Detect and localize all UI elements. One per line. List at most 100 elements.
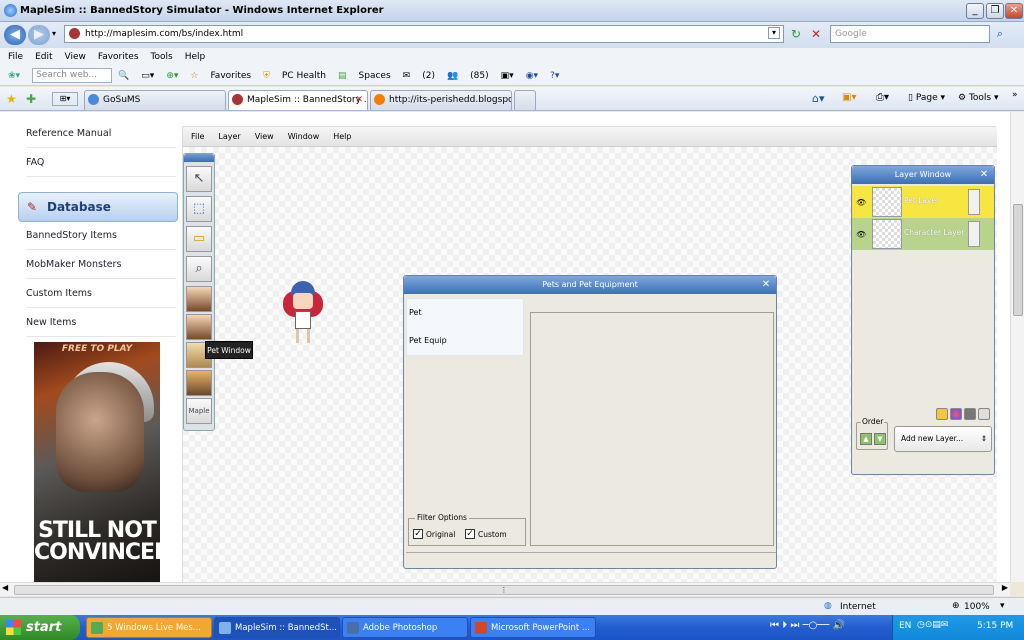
maple-chat-icon[interactable]: Maple	[186, 398, 212, 424]
pet-dialog-close-icon[interactable]: ✕	[760, 279, 772, 291]
character-sprite[interactable]	[279, 281, 327, 345]
close-tab-icon[interactable]: ✕	[355, 91, 363, 109]
language-indicator[interactable]: EN	[899, 621, 911, 631]
feeds-icon[interactable]: ▣▾	[501, 66, 514, 86]
security-zone[interactable]: Internet	[840, 602, 876, 612]
highlight-icon[interactable]: ▭▾	[141, 66, 154, 86]
order-up-icon[interactable]: ▲	[860, 433, 872, 445]
eye-icon[interactable]: 👁	[856, 198, 866, 207]
list-item-pet[interactable]: Pet	[407, 299, 523, 327]
page-menu[interactable]: ▯ Page ▾	[908, 93, 945, 103]
app-menu-layer[interactable]: Layer	[218, 127, 240, 147]
layer-window-close-icon[interactable]: ✕	[978, 169, 990, 181]
layer-delete-icon[interactable]	[978, 408, 990, 420]
sidebar-link-new-items[interactable]: New Items	[26, 309, 176, 337]
task-adobe-photoshop[interactable]: Adobe Photoshop	[342, 617, 468, 638]
scroll-left-icon[interactable]: ◀	[2, 583, 8, 592]
url-dropdown-icon[interactable]: ▾	[768, 27, 780, 39]
stop-icon[interactable]: ✕	[808, 26, 824, 42]
horizontal-scrollbar[interactable]: ◀ ⋮ ▶	[0, 582, 1010, 596]
menu-edit[interactable]: Edit	[35, 48, 52, 66]
tab-maplesim[interactable]: MapleSim :: BannedStory ... ✕	[228, 90, 368, 110]
forward-button[interactable]: ▶	[28, 25, 50, 45]
history-dropdown-icon[interactable]: ▾	[52, 29, 56, 38]
app-menu-file[interactable]: File	[191, 127, 204, 147]
messenger-icon[interactable]: ◉▾	[526, 66, 538, 86]
layer-color-icon[interactable]	[950, 408, 962, 420]
vertical-scrollbar[interactable]	[1010, 112, 1024, 582]
tools-menu[interactable]: ⚙ Tools ▾	[958, 93, 999, 103]
layer-effect-icon[interactable]	[936, 408, 948, 420]
layer-image-icon[interactable]	[964, 408, 976, 420]
add-icon[interactable]: ⊕▾	[166, 66, 178, 86]
add-favorites-icon[interactable]: ✚	[26, 92, 36, 106]
task-powerpoint[interactable]: Microsoft PowerPoint ...	[470, 617, 596, 638]
menu-help[interactable]: Help	[185, 48, 206, 66]
toolbar-search-input[interactable]: Search web...	[32, 68, 113, 83]
volume-slider[interactable]: ─○──	[803, 620, 830, 631]
order-down-icon[interactable]: ▼	[874, 433, 886, 445]
transform-tool-icon[interactable]: ⬚	[186, 196, 212, 222]
filter-custom-checkbox[interactable]: ✓ Custom	[465, 529, 507, 539]
sidebar-link-faq[interactable]: FAQ	[26, 149, 176, 177]
sidebar-link-bannedstory-items[interactable]: BannedStory Items	[26, 222, 176, 250]
chevron-more-icon[interactable]: »	[1012, 90, 1018, 100]
sidebar-link-mobmaker-monsters[interactable]: MobMaker Monsters	[26, 251, 176, 279]
minimize-button[interactable]: _	[966, 3, 984, 19]
character-window-icon[interactable]	[186, 286, 212, 312]
media-next-icon[interactable]: ⏭	[790, 620, 799, 631]
tray-icons[interactable]: ◷⊙▤✉	[917, 620, 948, 630]
toolbar-people-count[interactable]: (85)	[470, 66, 488, 86]
home-icon[interactable]: ⌂▾	[812, 92, 825, 105]
pet-preview-panel[interactable]	[530, 312, 774, 546]
sidebar-link-custom-items[interactable]: Custom Items	[26, 280, 176, 308]
layer-window-header[interactable]: Layer Window ✕	[852, 166, 994, 184]
menu-file[interactable]: File	[8, 48, 23, 66]
search-input[interactable]: Google	[830, 25, 990, 43]
task-maplesim[interactable]: MapleSim :: BannedSt...	[214, 617, 340, 638]
pet-dialog-header[interactable]: Pets and Pet Equipment ✕	[404, 276, 776, 294]
close-window-button[interactable]: ✕	[1005, 3, 1023, 19]
menu-view[interactable]: View	[65, 48, 86, 66]
toolbar-spaces[interactable]: Spaces	[359, 66, 391, 86]
tab-gosums[interactable]: GoSuMS	[84, 90, 226, 110]
toolbar-mail-count[interactable]: (2)	[422, 66, 435, 86]
task-windows-live-messenger[interactable]: 5 Windows Live Mes...	[86, 617, 212, 638]
sidebar-link-reference-manual[interactable]: Reference Manual	[26, 120, 176, 148]
app-menu-view[interactable]: View	[255, 127, 274, 147]
favorites-center-icon[interactable]: ★	[6, 92, 17, 106]
feeds-command-icon[interactable]: ▣▾	[842, 92, 856, 103]
media-play-icon[interactable]: ⏵	[782, 620, 787, 631]
zoom-tool-icon[interactable]: ⌕	[186, 256, 212, 282]
stage-canvas[interactable]: ↖ ⬚ ▭ ⌕ Maple Pet Window Pets and Pet Eq…	[183, 147, 997, 582]
live-logo-icon[interactable]: ❀▾	[8, 66, 20, 86]
vertical-scroll-thumb[interactable]	[1013, 204, 1023, 316]
advertisement-banner[interactable]: FREE TO PLAY STILL NOT CONVINCED?	[34, 342, 160, 582]
toolbar-pc-health[interactable]: PC Health	[282, 66, 326, 86]
add-new-layer-select[interactable]: Add new Layer... ⇕	[894, 426, 992, 452]
clock[interactable]: 5:15 PM	[977, 621, 1013, 631]
eye-icon[interactable]: 👁	[856, 230, 866, 239]
toolbar-favorites[interactable]: Favorites	[210, 66, 251, 86]
tab-blogspot[interactable]: http://its-perishedd.blogspot...	[370, 90, 512, 110]
menu-favorites[interactable]: Favorites	[98, 48, 139, 66]
search-icon[interactable]: ⌕	[992, 26, 1008, 42]
volume-icon[interactable]: 🔊	[833, 620, 845, 631]
maximize-button[interactable]: ❐	[986, 3, 1004, 19]
database-button[interactable]: ✎ Database	[18, 192, 178, 222]
note-tool-icon[interactable]: ▭	[186, 226, 212, 252]
menu-tools[interactable]: Tools	[151, 48, 173, 66]
start-button[interactable]: start	[0, 615, 80, 640]
layer-row-pet[interactable]: 👁 Pet Layer	[852, 186, 994, 218]
quick-tabs-icon[interactable]: ⊞▾	[52, 92, 78, 106]
zoom-level[interactable]: 100%	[964, 602, 990, 612]
media-controls[interactable]: ⏮ ⏵ ⏭ ─○── 🔊	[770, 620, 888, 635]
tool-palette-header[interactable]	[184, 154, 214, 162]
help-icon[interactable]: ?▾	[550, 66, 559, 86]
refresh-icon[interactable]: ↻	[788, 26, 804, 42]
filter-original-checkbox[interactable]: ✓ Original	[413, 529, 455, 539]
layer-options-icon[interactable]	[968, 221, 980, 247]
scroll-right-icon[interactable]: ▶	[1002, 583, 1008, 592]
layer-row-character[interactable]: 👁 Character Layer	[852, 218, 994, 250]
zoom-dropdown-icon[interactable]: ▾	[1000, 601, 1005, 611]
